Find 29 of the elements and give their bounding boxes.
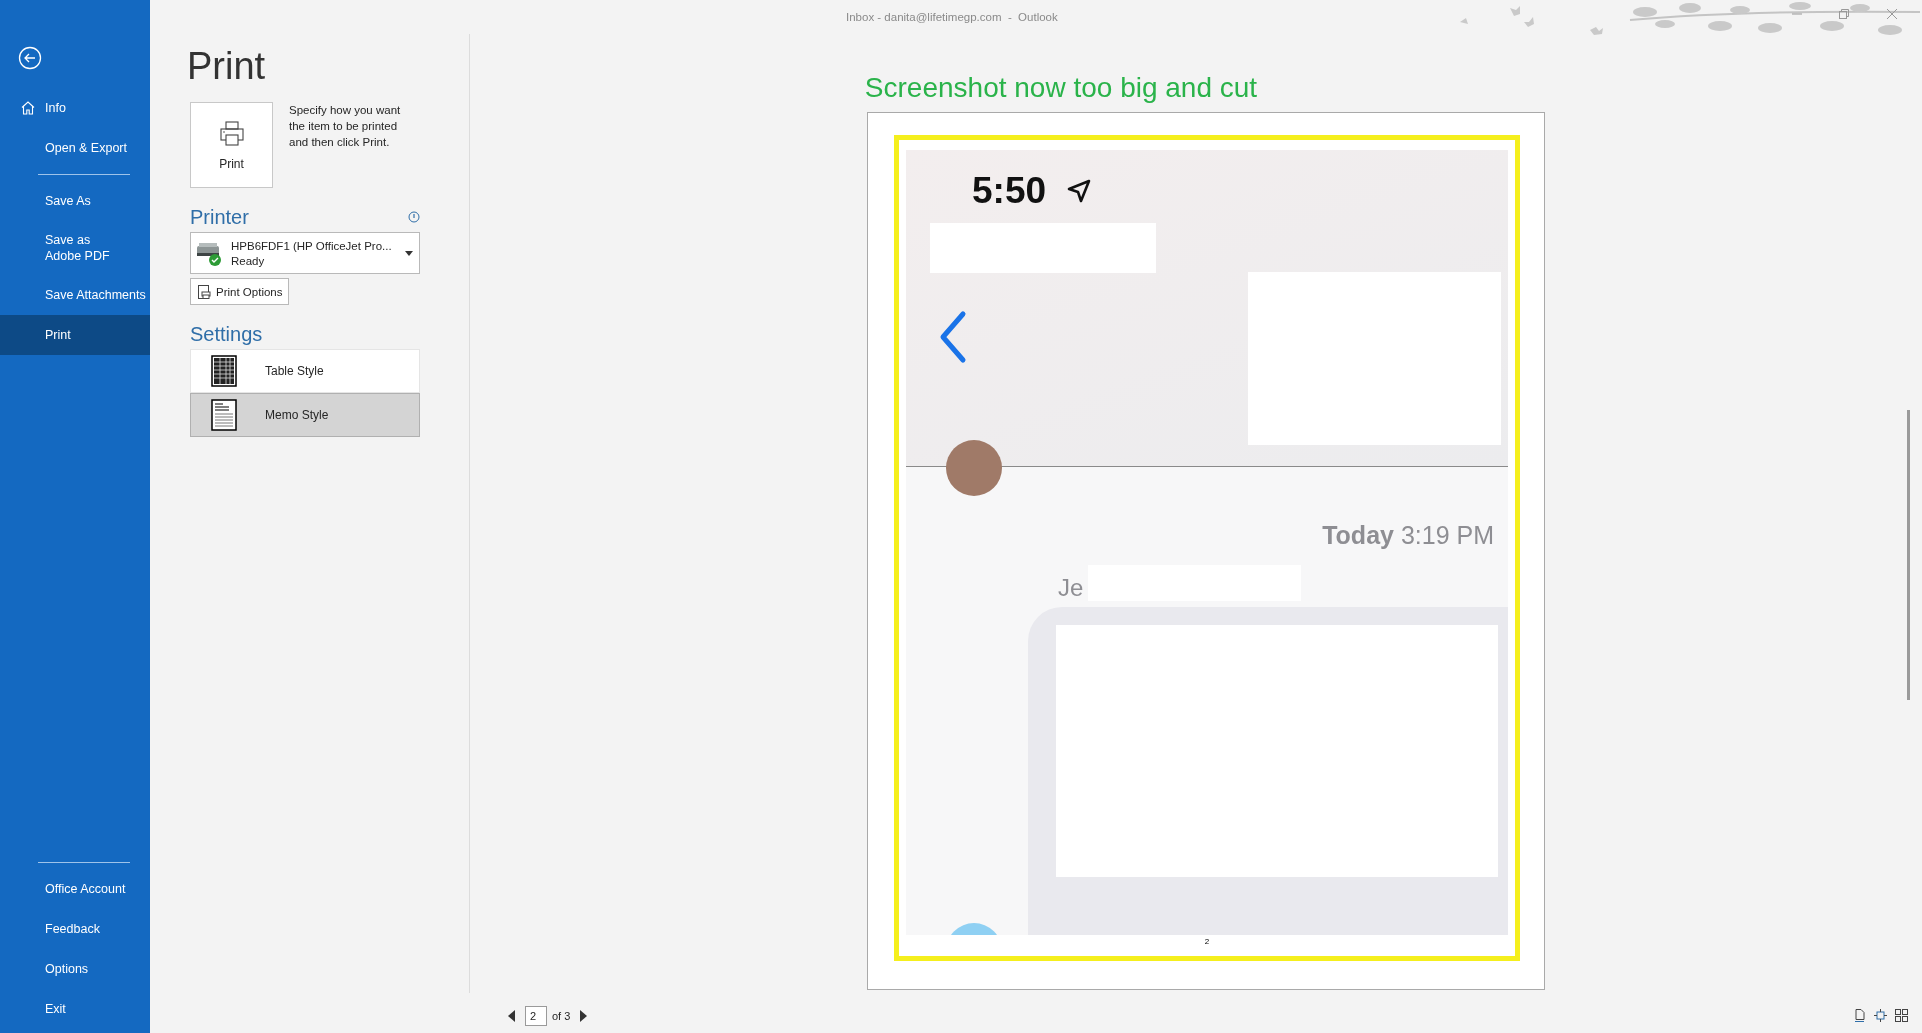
printer-dropdown[interactable]: HPB6FDF1 (HP OfficeJet Pro... Ready xyxy=(190,232,420,274)
nav-item[interactable]: Open & Export xyxy=(0,128,150,168)
page-title: Print xyxy=(187,44,267,88)
nav-item[interactable]: Info xyxy=(0,88,150,128)
sender-name: Je xyxy=(1058,574,1084,602)
annotation-text: Screenshot now too big and cut xyxy=(864,71,1258,105)
window-title: Inbox - danita@lifetimegp.com - Outlook xyxy=(846,11,1058,23)
nav-item[interactable]: Exit xyxy=(0,989,150,1029)
printer-status: Ready xyxy=(231,254,266,267)
status-time: 5:50 xyxy=(972,170,1047,212)
style-option[interactable]: Table Style xyxy=(190,349,420,393)
printer-name: HPB6FDF1 (HP OfficeJet Pro... xyxy=(231,239,392,252)
nav-item[interactable]: Office Account xyxy=(0,869,150,909)
nav-item[interactable]: Print xyxy=(0,315,150,355)
page-number: 2 xyxy=(1203,937,1211,946)
page-count: of 3 xyxy=(552,1010,571,1022)
nav-item[interactable]: Save As xyxy=(0,181,150,221)
style-option[interactable]: Memo Style xyxy=(190,393,420,437)
nav-item[interactable]: Options xyxy=(0,949,150,989)
nav-item[interactable]: Feedback xyxy=(0,909,150,949)
nav-item[interactable]: Save as Adobe PDF xyxy=(0,221,150,275)
print-button[interactable]: Print xyxy=(190,102,273,188)
section-heading: Printer xyxy=(190,205,249,230)
section-heading: Settings xyxy=(190,322,263,347)
page-number-field[interactable]: 2 xyxy=(525,1006,547,1026)
nav-item[interactable]: Save Attachments xyxy=(0,275,150,315)
message-timestamp: Today 3:19 PM xyxy=(1322,521,1494,550)
print-options-button[interactable]: Print Options xyxy=(190,278,290,305)
description-text: Specify how you want the item to be printed and then click Print. xyxy=(289,103,402,150)
